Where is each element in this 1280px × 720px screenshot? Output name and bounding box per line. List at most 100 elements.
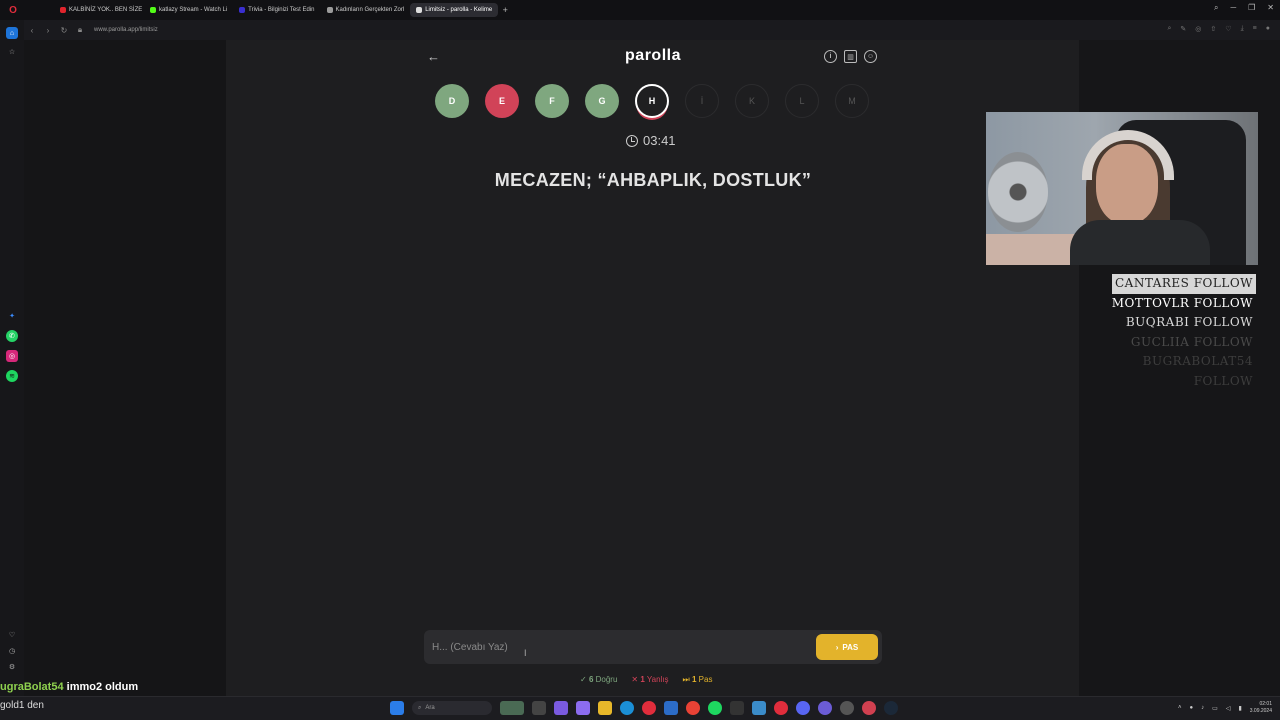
lock-icon: 🔒︎ <box>77 25 83 34</box>
chat-text: immo2 oldum <box>66 681 139 693</box>
chevron-up-icon[interactable]: ˄ <box>1178 705 1182 711</box>
file-explorer-icon[interactable] <box>598 701 612 715</box>
forward-nav-icon[interactable]: › <box>40 26 56 35</box>
taskbar-search[interactable]: ⌕ Ara <box>412 701 492 715</box>
menu-icon[interactable]: ≡ <box>1253 25 1257 33</box>
follower-action: FOLLOW <box>1193 295 1253 310</box>
obs-icon[interactable] <box>730 701 744 715</box>
edge-icon[interactable] <box>620 701 634 715</box>
home-icon[interactable]: ⌂ <box>6 27 18 39</box>
letter-progress: D E F G H İ K L M <box>435 84 869 118</box>
opera-sidebar: ⌂ ☆ ✦ ✆ ◎ ≋ ♡ ◷ ⚙ <box>0 20 24 700</box>
answer-bar: I › PAS <box>424 630 882 664</box>
tab-parolla[interactable]: Limitsiz - parolla - Kelime <box>410 3 499 17</box>
tab-youtube[interactable]: KALBİNİZ YOK.. BEN SİZE <box>54 3 144 17</box>
follower-name: BUGRABOLAT54 <box>1142 354 1253 368</box>
settings-icon[interactable]: ⚙ <box>6 661 18 673</box>
opera-logo-icon[interactable]: O <box>0 5 26 16</box>
teams-icon[interactable] <box>576 701 590 715</box>
score-stats: ✓ 6 Doğru ✕ 1 Yanlış ⏭ 1 Pas <box>580 675 712 685</box>
url-field[interactable]: www.parolla.app/limitsiz <box>94 27 158 33</box>
windows-start-icon[interactable] <box>390 701 404 715</box>
heart-icon[interactable]: ♡ <box>1225 25 1231 33</box>
tab-pinned-2[interactable] <box>40 3 54 17</box>
chrome-icon[interactable] <box>686 701 700 715</box>
follower-row: GUCLIIA FOLLOW <box>1086 333 1256 353</box>
widget-icon[interactable] <box>500 701 524 715</box>
edit-icon[interactable]: ✎ <box>1180 25 1186 33</box>
minimize-button[interactable]: ─ <box>1230 3 1236 13</box>
letter-circle: K <box>735 84 769 118</box>
question-text: MECAZEN; “AHBAPLIK, DOSTLUK” <box>494 170 812 190</box>
messenger-icon[interactable]: ✦ <box>6 310 18 322</box>
letter-circle: D <box>435 84 469 118</box>
recent-followers: CANTARES FOLLOW MOTTOVLR FOLLOW BUQRABI … <box>1086 274 1256 388</box>
tab-kick[interactable]: katlazy Stream - Watch Li <box>144 3 233 17</box>
new-tab-button[interactable]: + <box>498 5 512 15</box>
settings-gear-icon[interactable] <box>752 701 766 715</box>
back-nav-icon[interactable]: ‹ <box>24 26 40 35</box>
spotify-icon[interactable] <box>708 701 722 715</box>
battery-icon[interactable]: ▮ <box>1238 705 1241 712</box>
correct-count: 6 <box>588 675 594 684</box>
info-icon[interactable]: i <box>824 50 837 63</box>
app-icon[interactable] <box>840 701 854 715</box>
camera-icon[interactable]: ◎ <box>1195 25 1201 33</box>
clock[interactable]: 02:01 3.09.2024 <box>1250 701 1272 715</box>
instagram-icon[interactable]: ◎ <box>6 350 18 362</box>
profile-icon[interactable]: ● <box>1266 25 1270 33</box>
network-icon[interactable]: ▭ <box>1212 705 1218 712</box>
clock-time: 02:01 <box>1259 701 1272 707</box>
tab-trivia[interactable]: Trivia - Bilginizi Test Edin <box>233 3 320 17</box>
twitch-icon[interactable] <box>818 701 832 715</box>
task-view-icon[interactable] <box>532 701 546 715</box>
opera-icon[interactable] <box>642 701 656 715</box>
heart-icon[interactable]: ♡ <box>6 629 18 641</box>
tab-article[interactable]: Kadınların Gerçekten Zorl <box>321 3 411 17</box>
letter-circle: L <box>785 84 819 118</box>
game-launcher-icon[interactable] <box>862 701 876 715</box>
app-tray-icon[interactable]: ● <box>1190 705 1194 711</box>
spotify-icon[interactable]: ≋ <box>6 370 18 382</box>
tab-label: Limitsiz - parolla - Kelime <box>425 7 493 13</box>
fan-image <box>988 152 1048 232</box>
pass-label: Pas <box>698 675 713 684</box>
chevron-right-icon: › <box>835 642 839 652</box>
store-icon[interactable] <box>664 701 678 715</box>
wrong-stat: ✕ 1 Yanlış <box>631 675 669 684</box>
browser-tab-bar: O KALBİNİZ YOK.. BEN SİZE katlazy Stream… <box>0 0 1280 20</box>
user-profile-icon[interactable]: ☺ <box>864 50 877 63</box>
arrow-left-icon[interactable]: ← <box>427 49 440 64</box>
lens-icon[interactable]: ⌕ <box>1168 25 1172 33</box>
answer-input[interactable] <box>432 638 812 656</box>
follower-name: BUQRABI <box>1125 315 1190 329</box>
maximize-button[interactable]: ❐ <box>1248 3 1255 13</box>
history-icon[interactable]: ◷ <box>6 645 18 657</box>
opera-gx-icon[interactable] <box>774 701 788 715</box>
correct-label: Doğru <box>595 675 618 684</box>
address-bar: ‹ › ↻ 🔒︎ www.parolla.app/limitsiz ⌕ ✎ ◎ … <box>0 20 1280 40</box>
star-icon[interactable]: ☆ <box>6 46 18 58</box>
search-placeholder: Ara <box>425 705 435 711</box>
follower-row: CANTARES FOLLOW <box>1112 274 1256 294</box>
pass-button-label: PAS <box>842 642 859 652</box>
copilot-icon[interactable] <box>554 701 568 715</box>
stats-chart-icon[interactable]: ▥ <box>844 50 857 63</box>
mic-icon[interactable]: ♪ <box>1201 705 1204 711</box>
kick-icon <box>150 7 156 13</box>
reload-icon[interactable]: ↻ <box>56 26 72 35</box>
steam-icon[interactable] <box>884 701 898 715</box>
close-button[interactable]: ✕ <box>1267 3 1274 13</box>
volume-icon[interactable]: ◁ <box>1226 705 1231 712</box>
pass-button[interactable]: › PAS <box>816 634 878 660</box>
whatsapp-icon[interactable]: ✆ <box>6 330 18 342</box>
countdown-timer: 03:41 <box>626 133 676 148</box>
window-controls: ⌕ ─ ❐ ✕ <box>1214 3 1274 13</box>
tab-pinned-1[interactable] <box>26 3 40 17</box>
search-tabs-icon[interactable]: ⌕ <box>1214 3 1218 13</box>
tab-label: Kadınların Gerçekten Zorl <box>335 7 405 13</box>
discord-icon[interactable] <box>796 701 810 715</box>
download-icon[interactable]: ⤓ <box>1241 25 1244 33</box>
follower-action: FOLLOW <box>1193 315 1253 329</box>
share-icon[interactable]: ⇧ <box>1210 25 1216 33</box>
